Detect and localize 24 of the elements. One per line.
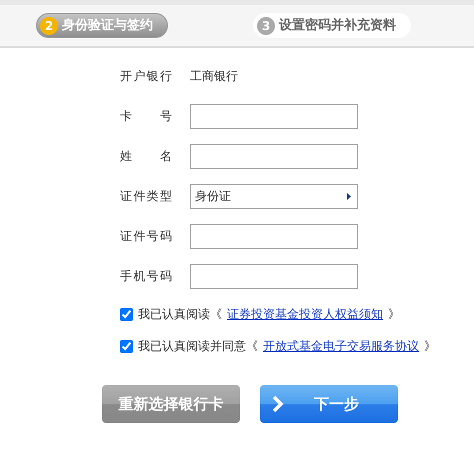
closing-bracket: 》	[388, 306, 400, 323]
agreement-text: 我已认真阅读《	[138, 306, 222, 323]
agreement-checkbox[interactable]	[120, 340, 133, 352]
agreement-link[interactable]: 开放式基金电子交易服务协议	[263, 337, 419, 355]
field-label: 卡号	[120, 108, 172, 125]
field-label: 手机号码	[120, 268, 172, 285]
input-field[interactable]	[190, 224, 358, 248]
agreement-checkbox[interactable]	[120, 308, 133, 320]
reselect-card-button[interactable]: 重新选择银行卡	[102, 385, 240, 423]
closing-bracket: 》	[424, 338, 436, 355]
field-label: 证件类型	[120, 188, 172, 205]
bank-name: 工商银行	[190, 68, 238, 85]
input-field[interactable]	[190, 264, 358, 288]
field-label: 证件号码	[120, 228, 172, 245]
dropdown-arrow-icon	[347, 192, 351, 200]
agreement-text: 我已认真阅读并同意《	[138, 338, 258, 355]
id-type-dropdown[interactable]: 身份证	[190, 184, 358, 208]
field-label: 开户银行	[120, 68, 172, 85]
input-field[interactable]	[190, 104, 358, 128]
field-label: 姓名	[120, 148, 172, 165]
step-tab[interactable]: 3 设置密码并补充资料	[253, 13, 411, 38]
input-field[interactable]	[190, 144, 358, 168]
agreement-link[interactable]: 证券投资基金投资人权益须知	[227, 305, 383, 323]
chevron-right-icon	[272, 395, 284, 413]
